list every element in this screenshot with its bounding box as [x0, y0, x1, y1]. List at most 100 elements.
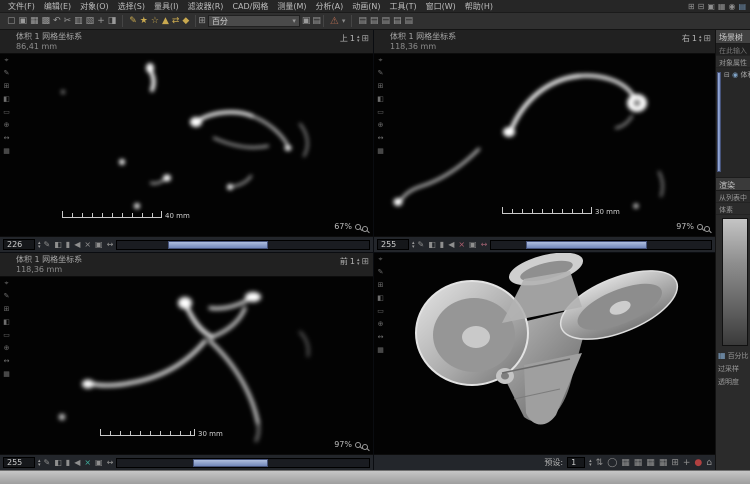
- menu-object[interactable]: 对象(O): [76, 1, 113, 12]
- opacity-row[interactable]: 透明度: [716, 375, 750, 388]
- viewport-tool-icon[interactable]: ◧: [377, 95, 384, 103]
- menu-tools[interactable]: 工具(T): [385, 1, 420, 12]
- tree-expander-icon[interactable]: ⊟: [724, 71, 730, 79]
- menu-measure[interactable]: 测量(M): [273, 1, 310, 12]
- slice-tool-icon[interactable]: ▮: [66, 456, 70, 470]
- slice-number-input[interactable]: 255: [3, 457, 35, 468]
- slice-tool-icon[interactable]: ↔: [107, 238, 114, 252]
- menubar-tool-icon[interactable]: ⊟: [698, 2, 705, 11]
- toolbar-icon[interactable]: ▲: [162, 14, 169, 29]
- voxel-row[interactable]: 体素: [716, 203, 750, 215]
- toolbar-icon[interactable]: ▧: [86, 14, 95, 29]
- zoom-out-icon[interactable]: [362, 444, 368, 450]
- viewport-tool-icon[interactable]: ⊞: [4, 82, 10, 90]
- viewport-tool-icon[interactable]: ↔: [378, 333, 384, 341]
- slice-tool-icon[interactable]: ✎: [418, 238, 425, 252]
- axis-stepper[interactable]: ▴▾: [357, 258, 360, 266]
- slice-number-input[interactable]: 226: [3, 239, 35, 250]
- slice-tool-icon[interactable]: ◧: [54, 456, 62, 470]
- object-properties-label[interactable]: 对象属性: [716, 56, 750, 68]
- slice-canvas[interactable]: ⌖✎⊞◧▭⊕↔▦: [374, 54, 715, 236]
- slice-tool-icon[interactable]: ▣: [95, 456, 103, 470]
- slice-stepper[interactable]: ▴▾: [38, 241, 41, 249]
- toolbar-icon[interactable]: ▤: [358, 14, 367, 29]
- menu-select[interactable]: 选择(S): [114, 1, 149, 12]
- toolbar-icon[interactable]: ★: [140, 14, 148, 29]
- percent-row[interactable]: ▦ 百分比: [716, 349, 750, 362]
- layout-icon[interactable]: ▣: [302, 16, 311, 26]
- slice-canvas[interactable]: ⌖✎⊞◧▭⊕↔▦: [0, 277, 373, 454]
- render-tool-icon[interactable]: ⇅: [596, 456, 604, 470]
- viewport-tool-icon[interactable]: ⊞: [4, 305, 10, 313]
- toolbar-icon[interactable]: ▢: [7, 14, 16, 29]
- render-tool-icon[interactable]: ⊞: [671, 456, 679, 470]
- slice-canvas[interactable]: ⌖✎⊞◧▭⊕↔▦: [0, 54, 373, 236]
- toolbar-icon[interactable]: ✎: [129, 14, 137, 29]
- slice-tool-icon[interactable]: ↔: [481, 238, 488, 252]
- viewport-tool-icon[interactable]: ◧: [3, 318, 10, 326]
- slice-tool-icon[interactable]: ✎: [44, 456, 51, 470]
- viewport-tool-icon[interactable]: ✎: [4, 69, 10, 77]
- viewport-tool-icon[interactable]: ⊞: [378, 82, 384, 90]
- tab-scene-tree[interactable]: 场景树: [716, 30, 750, 44]
- viewport-tool-icon[interactable]: ▦: [3, 370, 10, 378]
- viewport-tool-icon[interactable]: ▭: [377, 108, 384, 116]
- axis-stepper[interactable]: ▴▾: [699, 35, 702, 43]
- render-tool-icon[interactable]: ⌂: [706, 456, 712, 470]
- slice-slider[interactable]: [490, 240, 712, 250]
- layout-grid-icon[interactable]: ⊞: [361, 257, 369, 267]
- menu-window[interactable]: 窗口(W): [422, 1, 460, 12]
- viewport-tool-icon[interactable]: ⊕: [378, 121, 384, 129]
- slice-tool-icon[interactable]: ◀: [74, 238, 80, 252]
- viewport-tool-icon[interactable]: ▦: [3, 147, 10, 155]
- layout-grid-icon[interactable]: ⊞: [361, 34, 369, 44]
- zoom-in-icon[interactable]: [697, 224, 703, 230]
- oversampling-row[interactable]: 过采样: [716, 362, 750, 375]
- viewport-tool-icon[interactable]: ↔: [4, 134, 10, 142]
- menu-animation[interactable]: 动画(N): [348, 1, 384, 12]
- slice-tool-icon[interactable]: ×: [84, 238, 91, 252]
- viewport-tool-icon[interactable]: ▦: [377, 147, 384, 155]
- toolbar-icon[interactable]: ↶: [53, 14, 61, 29]
- slice-tool-icon[interactable]: ◧: [428, 238, 436, 252]
- scene-tree[interactable]: ⊟ ◉ 体积 1: [716, 68, 750, 178]
- view-preset-dropdown[interactable]: 百分 ▾: [208, 15, 300, 27]
- slice-number-input[interactable]: 255: [377, 239, 409, 250]
- toolbar-icon[interactable]: ▥: [74, 14, 83, 29]
- slice-tool-icon[interactable]: ▮: [440, 238, 444, 252]
- layout-grid-icon[interactable]: ⊞: [703, 34, 711, 44]
- toolbar-icon[interactable]: ▤: [370, 14, 379, 29]
- render-tool-icon[interactable]: ▦: [646, 456, 655, 470]
- menu-edit[interactable]: 编辑(E): [40, 1, 75, 12]
- viewport-tool-icon[interactable]: ⌖: [379, 56, 383, 64]
- viewport-tool-icon[interactable]: ◧: [3, 95, 10, 103]
- menubar-tool-icon[interactable]: ▤: [738, 2, 746, 11]
- menubar-tool-icon[interactable]: ▣: [707, 2, 715, 11]
- tree-search-input[interactable]: 在此输入: [716, 44, 750, 56]
- viewport-tool-icon[interactable]: ▭: [377, 307, 384, 315]
- menu-help[interactable]: 帮助(H): [461, 1, 497, 12]
- slice-tool-icon[interactable]: ↔: [107, 456, 114, 470]
- menubar-tool-icon[interactable]: ▦: [718, 2, 726, 11]
- viewport-tool-icon[interactable]: ⌖: [5, 279, 9, 287]
- render-tool-icon[interactable]: ▦: [621, 456, 630, 470]
- slice-slider[interactable]: [116, 240, 370, 250]
- layout-icon[interactable]: ▤: [312, 16, 321, 26]
- zoom-out-icon[interactable]: [704, 226, 710, 232]
- menu-analysis[interactable]: 分析(A): [312, 1, 348, 12]
- viewport-tool-icon[interactable]: ⌖: [5, 56, 9, 64]
- render-tool-icon[interactable]: ▦: [634, 456, 643, 470]
- axis-stepper[interactable]: ▴▾: [357, 35, 360, 43]
- toolbar-icon[interactable]: ▩: [42, 14, 51, 29]
- viewport-tool-icon[interactable]: ✎: [378, 268, 384, 276]
- viewport-tool-icon[interactable]: ✎: [4, 292, 10, 300]
- slice-tool-icon[interactable]: ×: [84, 456, 91, 470]
- slice-tool-icon[interactable]: ◀: [448, 238, 454, 252]
- render-canvas[interactable]: ⌖✎⊞◧▭⊕↔▦: [374, 253, 715, 454]
- zoom-in-icon[interactable]: [355, 442, 361, 448]
- render-tool-icon[interactable]: ▦: [659, 456, 668, 470]
- menu-cad-mesh[interactable]: CAD/网格: [228, 1, 272, 12]
- menubar-tool-icon[interactable]: ◉: [728, 2, 735, 11]
- slider-thumb[interactable]: [168, 241, 269, 249]
- toolbar-icon[interactable]: ◨: [108, 14, 117, 29]
